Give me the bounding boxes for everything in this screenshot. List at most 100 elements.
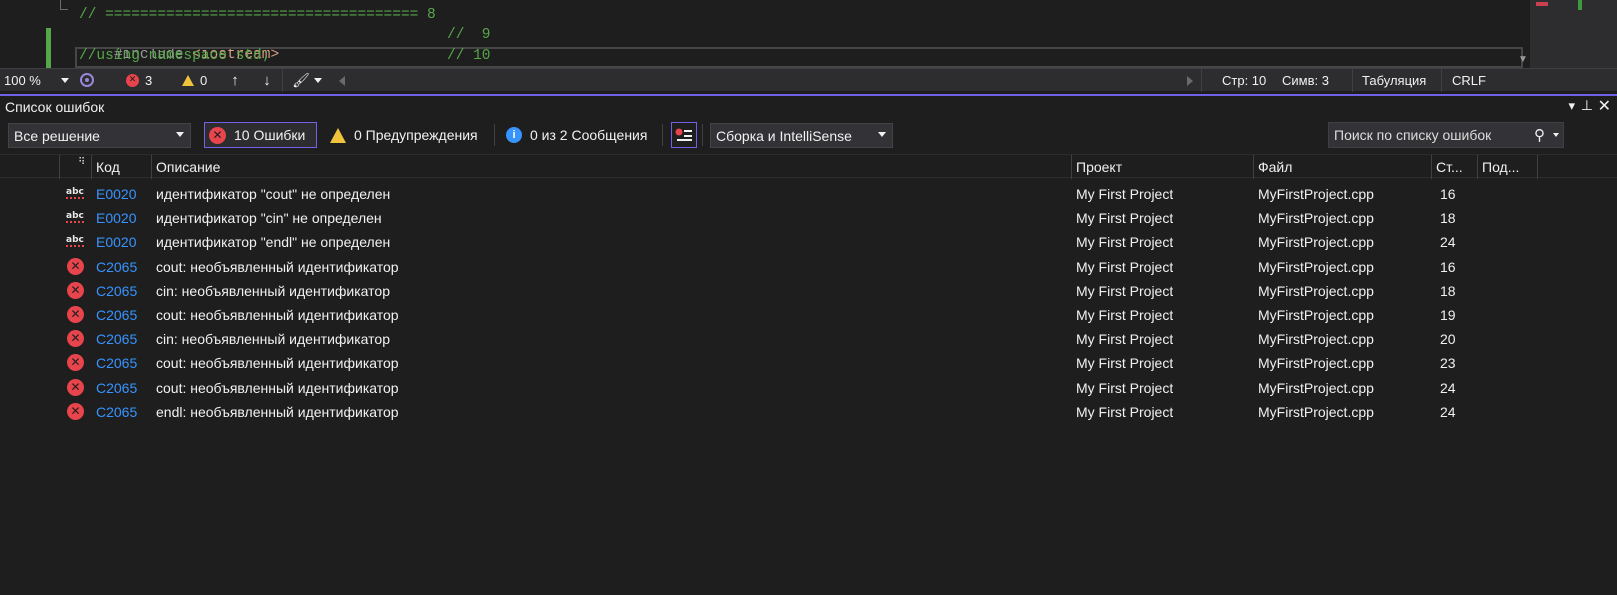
column-header-project[interactable]: Проект bbox=[1072, 155, 1254, 179]
row-project: My First Project bbox=[1076, 331, 1174, 348]
messages-filter-button[interactable]: i 0 из 2 Сообщения bbox=[506, 122, 647, 148]
error-icon: ✕ bbox=[67, 306, 84, 323]
current-line-highlight bbox=[75, 47, 1523, 68]
zoom-value: 100 % bbox=[4, 72, 41, 88]
error-icon: ✕ bbox=[67, 281, 84, 299]
errors-count: 3 bbox=[145, 72, 153, 88]
row-file: MyFirstProject.cpp bbox=[1258, 282, 1374, 299]
info-icon: i bbox=[506, 127, 522, 143]
code-line-8[interactable]: // ==================================== … bbox=[79, 5, 436, 25]
scroll-right-icon[interactable] bbox=[1187, 75, 1193, 86]
table-row[interactable]: abc E0020 идентификатор "cin" не определен… bbox=[0, 206, 1617, 230]
error-icon: ✕ bbox=[67, 330, 84, 348]
error-icon: ✕ bbox=[67, 378, 84, 396]
column-chooser[interactable]: ⠻ bbox=[60, 155, 92, 179]
table-row[interactable]: abc E0020 идентификатор "cout" не определе… bbox=[0, 182, 1617, 206]
change-indicator bbox=[46, 28, 51, 68]
row-description: cin: необъявленный идентификатор bbox=[156, 331, 390, 348]
status-indent[interactable]: Табуляция bbox=[1353, 69, 1441, 92]
errors-filter-button[interactable]: ✕ 10 Ошибки bbox=[204, 122, 317, 148]
search-icon[interactable]: ⚲ bbox=[1534, 126, 1545, 144]
filter-toggle-button[interactable] bbox=[671, 122, 697, 148]
row-description: идентификатор "cout" не определен bbox=[156, 186, 391, 202]
row-code[interactable]: E0020 bbox=[96, 182, 136, 206]
warnings-count: 0 bbox=[200, 72, 208, 88]
copilot-icon[interactable] bbox=[72, 69, 102, 92]
build-source-select[interactable]: Сборка и IntelliSense bbox=[710, 123, 893, 148]
table-row[interactable]: ✕ C2065 cout: необъявленный идентификатор M… bbox=[0, 255, 1617, 279]
row-file: MyFirstProject.cpp bbox=[1258, 379, 1374, 396]
chevron-down-icon bbox=[176, 132, 184, 137]
row-code[interactable]: C2065 bbox=[96, 303, 137, 327]
table-row[interactable]: ✕ C2065 cout: необъявленный идентификатор M… bbox=[0, 303, 1617, 327]
table-row[interactable]: abc E0020 идентификатор "endl" не определе… bbox=[0, 230, 1617, 254]
pin-icon[interactable]: ⊥ bbox=[1581, 97, 1593, 114]
brush-icon: 🖌 bbox=[292, 71, 310, 88]
next-issue-icon[interactable]: ↓ bbox=[252, 69, 282, 92]
filter-icon bbox=[675, 128, 692, 141]
column-header-suppression[interactable]: Под... bbox=[1478, 155, 1538, 179]
column-header-code[interactable]: Код bbox=[92, 155, 152, 179]
row-description: endl: необъявленный идентификатор bbox=[156, 403, 399, 420]
table-row[interactable]: ✕ C2065 endl: необъявленный идентификатор M… bbox=[0, 400, 1617, 424]
scroll-down-icon[interactable]: ▼ bbox=[1518, 54, 1528, 65]
row-code[interactable]: E0020 bbox=[96, 230, 136, 254]
row-line: 16 bbox=[1440, 258, 1456, 275]
search-input[interactable]: Поиск по списку ошибок ⚲ bbox=[1328, 122, 1564, 148]
row-file: MyFirstProject.cpp bbox=[1258, 307, 1374, 323]
status-col[interactable]: Симв: 3 bbox=[1274, 69, 1352, 92]
divider bbox=[662, 124, 663, 146]
code-editor[interactable]: // ==================================== … bbox=[0, 0, 1617, 68]
scrollbar-map[interactable] bbox=[1530, 0, 1617, 68]
close-icon[interactable]: ✕ bbox=[1598, 96, 1611, 116]
messages-filter-label: 0 из 2 Сообщения bbox=[530, 127, 648, 143]
status-line[interactable]: Стр: 10 bbox=[1202, 69, 1274, 92]
search-placeholder: Поиск по списку ошибок bbox=[1334, 127, 1492, 143]
status-warnings[interactable]: 0 bbox=[158, 69, 218, 92]
zoom-select[interactable]: 100 % bbox=[0, 69, 72, 92]
table-row[interactable]: ✕ C2065 cout: необъявленный идентификатор M… bbox=[0, 351, 1617, 375]
row-description: cout: необъявленный идентификатор bbox=[156, 355, 399, 372]
window-position-icon[interactable]: ▾ bbox=[1568, 98, 1575, 114]
scope-select[interactable]: Все решение bbox=[8, 123, 191, 148]
table-row[interactable]: ✕ C2065 cout: необъявленный идентификатор M… bbox=[0, 376, 1617, 400]
table-row[interactable]: ✕ C2065 cin: необъявленный идентификатор My… bbox=[0, 279, 1617, 303]
row-project: My First Project bbox=[1076, 355, 1174, 372]
row-code[interactable]: C2065 bbox=[96, 400, 137, 424]
row-project: My First Project bbox=[1076, 258, 1174, 275]
row-line: 18 bbox=[1440, 210, 1456, 227]
column-header-file[interactable]: Файл bbox=[1254, 155, 1432, 179]
status-eol[interactable]: CRLF bbox=[1442, 69, 1492, 92]
scroll-left-icon[interactable] bbox=[339, 75, 345, 86]
row-description: cout: необъявленный идентификатор bbox=[156, 379, 399, 396]
row-line: 24 bbox=[1440, 403, 1456, 420]
horizontal-scrollbar[interactable] bbox=[331, 69, 1201, 92]
row-file: MyFirstProject.cpp bbox=[1258, 403, 1374, 420]
row-line: 19 bbox=[1440, 307, 1456, 323]
warnings-filter-button[interactable]: 0 Предупреждения bbox=[330, 122, 478, 148]
row-code[interactable]: C2065 bbox=[96, 327, 137, 351]
column-header-line[interactable]: Ст... bbox=[1432, 155, 1478, 179]
row-code[interactable]: C2065 bbox=[96, 255, 137, 279]
code-line-10-comment: // 10 bbox=[447, 48, 491, 64]
row-code[interactable]: C2065 bbox=[96, 376, 137, 400]
code-line-9[interactable]: #include <iostream> bbox=[79, 25, 279, 63]
row-line: 24 bbox=[1440, 379, 1456, 396]
status-errors[interactable]: ✕ 3 bbox=[102, 69, 158, 92]
chevron-down-icon[interactable] bbox=[1553, 133, 1559, 137]
row-description: идентификатор "endl" не определен bbox=[156, 234, 391, 251]
row-code[interactable]: C2065 bbox=[96, 279, 137, 303]
code-line-10[interactable]: //using namespace std; bbox=[79, 46, 270, 66]
previous-issue-icon[interactable]: ↑ bbox=[218, 69, 252, 92]
column-options-icon: ⠻ bbox=[78, 157, 86, 168]
chevron-down-icon bbox=[61, 77, 69, 83]
row-line: 20 bbox=[1440, 331, 1456, 348]
row-code[interactable]: E0020 bbox=[96, 206, 136, 230]
row-code[interactable]: C2065 bbox=[96, 351, 137, 375]
row-project: My First Project bbox=[1076, 234, 1174, 251]
column-header-description[interactable]: Описание bbox=[152, 155, 1072, 179]
code-cleanup-button[interactable]: 🖌 bbox=[283, 69, 331, 92]
row-project: My First Project bbox=[1076, 282, 1174, 299]
error-list-toolbar: Все решение ✕ 10 Ошибки 0 Предупреждения… bbox=[0, 118, 1617, 154]
table-row[interactable]: ✕ C2065 cin: необъявленный идентификатор My… bbox=[0, 327, 1617, 351]
